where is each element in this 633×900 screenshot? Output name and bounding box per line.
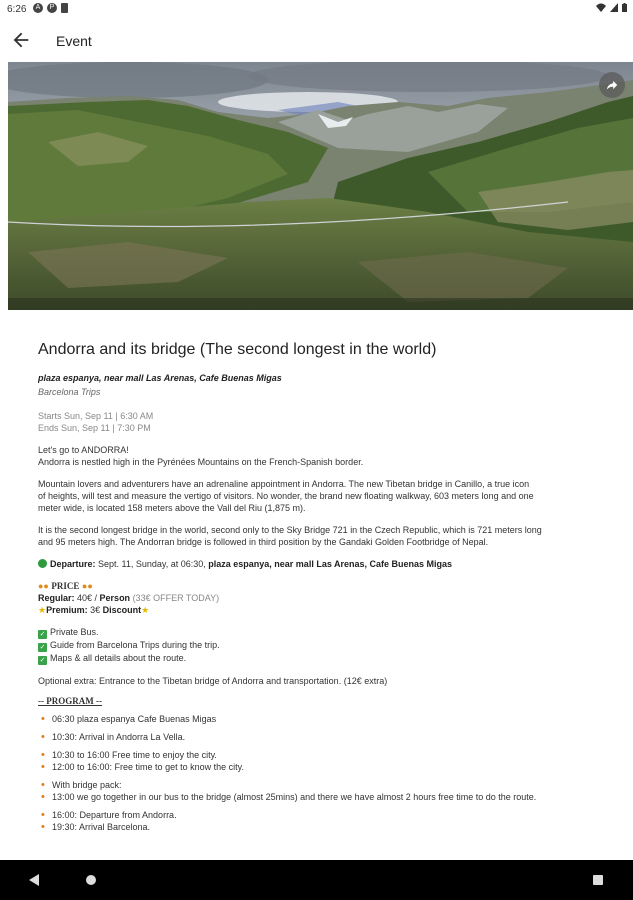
wifi-icon: [596, 3, 606, 12]
check-mark-icon: ✓: [38, 630, 47, 639]
nav-back-icon[interactable]: [28, 873, 40, 887]
event-dates: Starts Sun, Sep 11 | 6:30 AM Ends Sun, S…: [38, 410, 598, 434]
page-title: Event: [56, 33, 92, 49]
money-bag-icon: ●●: [81, 581, 93, 591]
premium-price-value: 3€: [87, 605, 103, 615]
check-mark-icon: ✓: [38, 643, 47, 652]
description-line: of heights, will test and measure the ve…: [38, 491, 534, 501]
description-line: It is the second longest bridge in the w…: [38, 525, 542, 535]
check-mark-icon: ✓: [38, 656, 47, 665]
green-circle-icon: [38, 559, 47, 568]
notification-p-icon: P: [47, 3, 57, 13]
description-intro: Let's go to ANDORRA! Andorra is nestled …: [38, 444, 598, 468]
event-hero-image: [8, 62, 633, 310]
regular-price-unit: Person: [99, 593, 131, 603]
battery-icon: [622, 3, 627, 12]
program-item: 10:30 to 16:00 Free time to enjoy the ci…: [38, 749, 598, 761]
regular-price: Regular: 40€ / Person (33€ OFFER TODAY): [38, 592, 598, 604]
description-paragraph: It is the second longest bridge in the w…: [38, 524, 598, 548]
status-notification-icons: A P: [33, 3, 68, 13]
mountain-landscape-image: [8, 62, 633, 310]
event-organizer[interactable]: Barcelona Trips: [38, 386, 598, 398]
status-time: 6:26: [7, 4, 27, 15]
status-right-icons: [596, 3, 627, 12]
share-button[interactable]: [599, 72, 625, 98]
nav-recents-icon[interactable]: [592, 873, 604, 887]
description-line: Andorra is nestled high in the Pyrénées …: [38, 457, 364, 467]
event-details: Andorra and its bridge (The second longe…: [38, 312, 598, 860]
program-item: 16:00: Departure from Andorra.: [38, 809, 598, 821]
app-bar: Event: [0, 20, 633, 62]
event-venue[interactable]: plaza espanya, near mall Las Arenas, Caf…: [38, 372, 598, 384]
premium-price: ★Premium: 3€ Discount★: [38, 604, 598, 616]
included-item: Guide from Barcelona Trips during the tr…: [50, 640, 220, 650]
price-heading: PRICE: [51, 581, 80, 591]
program-item: With bridge pack:: [38, 779, 598, 791]
description-line: meter wide, is located 158 meters above …: [38, 503, 306, 513]
sd-card-icon: [61, 3, 68, 13]
departure-text: Sept. 11, Sunday, at 06:30,: [95, 559, 209, 569]
notification-a-icon: A: [33, 3, 43, 13]
price-section: ●● PRICE ●● Regular: 40€ / Person (33€ O…: [38, 580, 598, 616]
event-title: Andorra and its bridge (The second longe…: [38, 341, 437, 358]
program-heading: -- PROGRAM --: [38, 696, 102, 706]
event-end-time: Ends Sun, Sep 11 | 7:30 PM: [38, 423, 151, 433]
included-item: Private Bus.: [50, 627, 99, 637]
event-start-time: Starts Sun, Sep 11 | 6:30 AM: [38, 411, 154, 421]
status-bar: 6:26 A P: [0, 0, 633, 20]
program-item: 10:30: Arrival in Andorra La Vella.: [38, 731, 598, 743]
regular-price-value: 40€ /: [74, 593, 100, 603]
description-line: and 95 meters high. The Andorran bridge …: [38, 537, 489, 547]
star-icon: ★: [38, 605, 47, 615]
departure-info: Departure: Sept. 11, Sunday, at 06:30, p…: [38, 558, 598, 570]
optional-extra: Optional extra: Entrance to the Tibetan …: [38, 676, 388, 686]
included-item: Maps & all details about the route.: [50, 653, 187, 663]
description-line: Let's go to ANDORRA!: [38, 445, 129, 455]
program-item: 06:30 plaza espanya Cafe Buenas Migas: [38, 713, 598, 725]
program-item: 12:00 to 16:00: Free time to get to know…: [38, 761, 598, 773]
money-bag-icon: ●●: [38, 581, 49, 591]
program-item: 13:00 we go together in our bus to the b…: [38, 791, 598, 803]
star-icon: ★: [141, 605, 150, 615]
share-icon: [606, 80, 618, 90]
description-line: Mountain lovers and adventurers have an …: [38, 479, 530, 489]
premium-price-label: Premium:: [46, 605, 88, 615]
regular-price-offer: (33€ OFFER TODAY): [130, 593, 220, 603]
description-paragraph: Mountain lovers and adventurers have an …: [38, 478, 598, 514]
program-list: 06:30 plaza espanya Cafe Buenas Migas 10…: [38, 713, 598, 833]
signal-icon: [610, 3, 618, 12]
regular-price-label: Regular:: [38, 593, 75, 603]
system-navigation-bar: [0, 860, 633, 900]
nav-home-icon[interactable]: [85, 873, 97, 887]
arrow-back-icon[interactable]: [10, 29, 32, 51]
departure-place: plaza espanya, near mall Las Arenas, Caf…: [208, 559, 453, 569]
program-item: 19:30: Arrival Barcelona.: [38, 821, 598, 833]
departure-label: Departure:: [50, 559, 96, 569]
premium-discount-label: Discount: [102, 605, 142, 615]
included-list: ✓ Private Bus. ✓ Guide from Barcelona Trip…: [38, 626, 598, 665]
